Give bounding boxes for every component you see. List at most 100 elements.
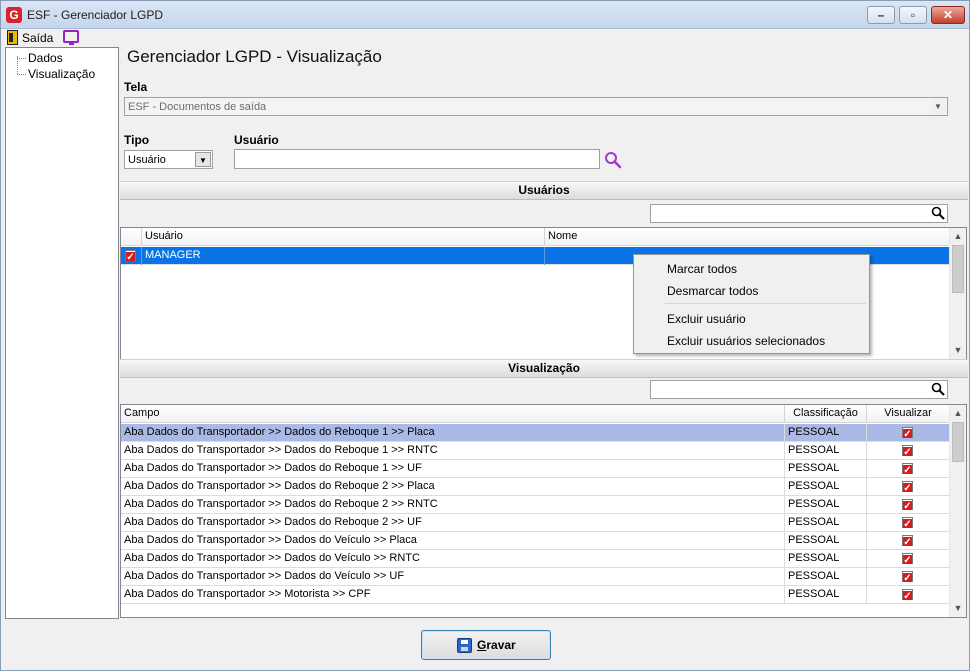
table-row[interactable]: Aba Dados do Transportador >> Dados do V… (121, 568, 950, 586)
table-row[interactable]: Aba Dados do Transportador >> Dados do V… (121, 532, 950, 550)
column-header-usuario[interactable]: Usuário (142, 228, 545, 246)
column-header-visualizar[interactable]: Visualizar (867, 405, 950, 423)
menu-exit[interactable]: Saída (22, 31, 53, 45)
tela-select[interactable]: ESF - Documentos de saída ▼ (124, 97, 948, 116)
classificacao-cell: PESSOAL (785, 586, 867, 604)
visualization-grid: Campo Classificação Visualizar Aba Dados… (120, 404, 967, 618)
classificacao-cell: PESSOAL (785, 424, 867, 442)
users-grid-header: Usuário Nome (121, 228, 950, 246)
visualizar-cell[interactable] (867, 514, 950, 532)
visualizar-checkbox[interactable] (902, 535, 913, 546)
classificacao-cell: PESSOAL (785, 496, 867, 514)
visualizar-checkbox[interactable] (902, 553, 913, 564)
column-header-nome[interactable]: Nome (545, 228, 950, 246)
visualizar-cell[interactable] (867, 532, 950, 550)
tree-connector (17, 58, 26, 59)
menu-item-excluir-selecionados[interactable]: Excluir usuários selecionados (667, 334, 825, 348)
users-filter-input[interactable] (650, 204, 948, 223)
menu-item-excluir-usuario[interactable]: Excluir usuário (667, 312, 746, 326)
visualizar-cell[interactable] (867, 550, 950, 568)
table-row[interactable]: Aba Dados do Transportador >> Dados do R… (121, 424, 950, 442)
tree-connector (17, 74, 26, 75)
maximize-icon: ▫ (910, 8, 916, 22)
usuario-cell: MANAGER (142, 247, 545, 265)
table-row[interactable]: Aba Dados do Transportador >> Dados do R… (121, 514, 950, 532)
campo-cell: Aba Dados do Transportador >> Dados do R… (121, 478, 785, 496)
window-title: ESF - Gerenciador LGPD (27, 8, 164, 22)
table-row[interactable]: Aba Dados do Transportador >> Motorista … (121, 586, 950, 604)
title-bar: G ESF - Gerenciador LGPD – ▫ ✕ (1, 1, 969, 29)
minimize-button[interactable]: – (867, 6, 895, 24)
table-row[interactable]: Aba Dados do Transportador >> Dados do V… (121, 550, 950, 568)
scroll-thumb[interactable] (952, 245, 964, 293)
table-row[interactable]: Aba Dados do Transportador >> Dados do R… (121, 478, 950, 496)
visualizar-cell[interactable] (867, 478, 950, 496)
tree-item-dados[interactable]: Dados (28, 51, 63, 65)
visualizar-checkbox[interactable] (902, 427, 913, 438)
campo-cell: Aba Dados do Transportador >> Motorista … (121, 586, 785, 604)
table-row[interactable]: Aba Dados do Transportador >> Dados do R… (121, 496, 950, 514)
scroll-up-icon[interactable]: ▲ (950, 228, 966, 245)
menu-item-marcar-todos[interactable]: Marcar todos (667, 262, 737, 276)
visualizar-cell[interactable] (867, 586, 950, 604)
visualizar-cell[interactable] (867, 496, 950, 514)
visualizar-checkbox[interactable] (902, 463, 913, 474)
navigation-tree: Dados Visualização (5, 47, 119, 619)
usuario-input[interactable] (234, 149, 600, 169)
visualizar-checkbox[interactable] (902, 481, 913, 492)
close-icon: ✕ (942, 8, 954, 22)
visualizar-checkbox[interactable] (902, 517, 913, 528)
visualization-filter-input[interactable] (650, 380, 948, 399)
exit-door-icon[interactable] (7, 30, 18, 45)
row-select-cell[interactable] (121, 247, 142, 265)
campo-cell: Aba Dados do Transportador >> Dados do R… (121, 460, 785, 478)
maximize-button[interactable]: ▫ (899, 6, 927, 24)
tree-item-visualizacao[interactable]: Visualização (28, 67, 95, 81)
save-button-label: Gravar (477, 638, 516, 652)
tipo-select-value: Usuário (128, 154, 166, 166)
visualization-grid-scrollbar[interactable]: ▲ ▼ (949, 405, 966, 617)
classificacao-cell: PESSOAL (785, 442, 867, 460)
close-button[interactable]: ✕ (931, 6, 965, 24)
save-button[interactable]: Gravar (421, 630, 551, 660)
menu-item-desmarcar-todos[interactable]: Desmarcar todos (667, 284, 758, 298)
visualizar-cell[interactable] (867, 568, 950, 586)
row-checkbox[interactable] (125, 250, 136, 261)
campo-cell: Aba Dados do Transportador >> Dados do R… (121, 424, 785, 442)
visualizar-cell[interactable] (867, 424, 950, 442)
app-logo-icon: G (6, 7, 22, 23)
context-menu: Marcar todos Desmarcar todos Excluir usu… (633, 254, 870, 354)
table-row[interactable]: Aba Dados do Transportador >> Dados do R… (121, 460, 950, 478)
campo-cell: Aba Dados do Transportador >> Dados do V… (121, 568, 785, 586)
users-grid-scrollbar[interactable]: ▲ ▼ (949, 228, 966, 359)
visualizar-checkbox[interactable] (902, 571, 913, 582)
scroll-up-icon[interactable]: ▲ (950, 405, 966, 422)
visualizar-checkbox[interactable] (902, 445, 913, 456)
visualizar-cell[interactable] (867, 460, 950, 478)
chevron-down-icon: ▼ (195, 152, 211, 167)
campo-cell: Aba Dados do Transportador >> Dados do R… (121, 496, 785, 514)
table-row[interactable]: Aba Dados do Transportador >> Dados do R… (121, 442, 950, 460)
scroll-down-icon[interactable]: ▼ (950, 600, 966, 617)
visualizar-cell[interactable] (867, 442, 950, 460)
scroll-down-icon[interactable]: ▼ (950, 342, 966, 359)
visualizar-checkbox[interactable] (902, 589, 913, 600)
column-header-select[interactable] (121, 228, 142, 246)
tipo-select[interactable]: Usuário ▼ (124, 150, 213, 169)
search-icon[interactable] (604, 151, 622, 169)
visualizar-checkbox[interactable] (902, 499, 913, 510)
users-section-header: Usuários (120, 181, 968, 200)
scroll-thumb[interactable] (952, 422, 964, 462)
floppy-disk-icon (457, 638, 472, 653)
search-icon[interactable] (931, 206, 945, 220)
monitor-icon[interactable] (63, 30, 79, 45)
search-icon[interactable] (931, 382, 945, 396)
classificacao-cell: PESSOAL (785, 568, 867, 586)
column-header-campo[interactable]: Campo (121, 405, 785, 423)
campo-cell: Aba Dados do Transportador >> Dados do R… (121, 442, 785, 460)
menu-bar: Saída (1, 29, 969, 47)
campo-cell: Aba Dados do Transportador >> Dados do V… (121, 550, 785, 568)
column-header-classificacao[interactable]: Classificação (785, 405, 867, 423)
visualization-grid-header: Campo Classificação Visualizar (121, 405, 950, 423)
chevron-down-icon: ▼ (930, 99, 946, 114)
